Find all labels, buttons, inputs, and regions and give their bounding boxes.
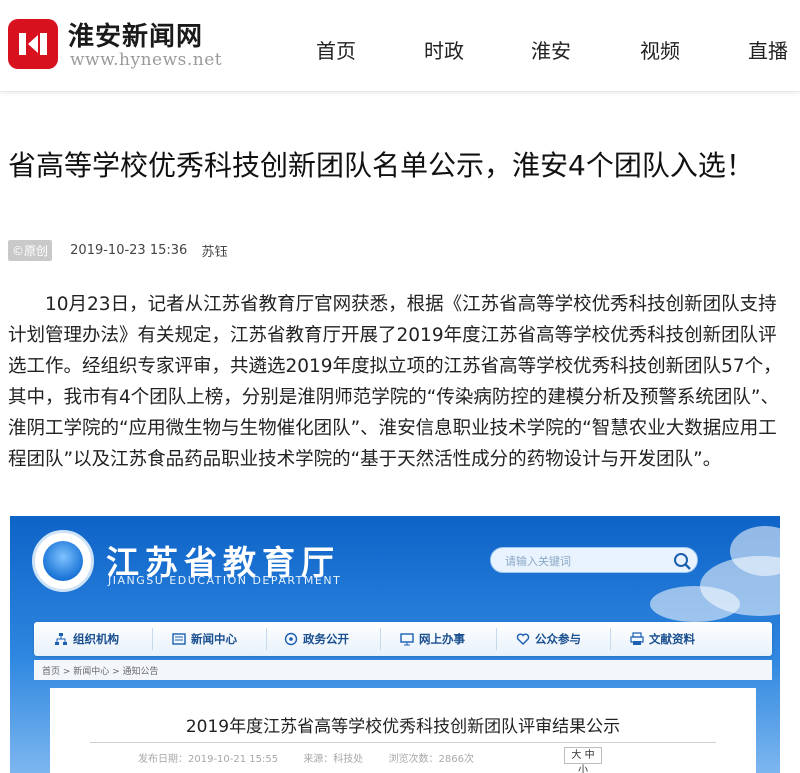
edu-nav-item: 公众参与	[516, 631, 581, 647]
search-icon	[674, 553, 691, 570]
publish-date: 2019-10-23 15:36	[70, 243, 188, 258]
nav-home[interactable]: 首页	[316, 35, 356, 64]
original-badge: ©原创	[8, 240, 53, 261]
nav-politics[interactable]: 时政	[424, 35, 464, 64]
edu-notice-views: 浏览次数：2866次	[388, 754, 474, 765]
edu-search-placeholder: 请输入关键词	[505, 555, 571, 568]
edu-site-subtitle: JIANGSU EDUCATION DEPARTMENT	[108, 574, 342, 587]
edu-notice-panel: 2019年度江苏省高等学校优秀科技创新团队评审结果公示 发布日期：2019-10…	[50, 688, 756, 773]
site-name[interactable]: 淮安新闻网	[68, 16, 203, 53]
edu-emblem-icon	[32, 530, 94, 592]
edu-notice-date: 发布日期：2019-10-21 15:55	[138, 754, 279, 765]
edu-notice-title: 2019年度江苏省高等学校优秀科技创新团队评审结果公示	[185, 717, 621, 737]
edu-nav-item: 政务公开	[284, 631, 349, 647]
site-url: www.hynews.net	[70, 50, 223, 70]
edu-font-size-control: 大 中 小	[564, 747, 602, 773]
author-name: 苏钰	[201, 245, 228, 260]
edu-breadcrumb: 首页 > 新闻中心 > 通知公告	[42, 667, 159, 677]
edu-search-box: 请输入关键词	[490, 547, 698, 573]
edu-notice-info: 发布日期：2019-10-21 15:55 来源：科技处 浏览次数：2866次	[138, 750, 496, 765]
site-logo-icon[interactable]	[8, 19, 58, 69]
nav-huaian[interactable]: 淮安	[531, 35, 571, 64]
nav-live[interactable]: 直播	[748, 35, 788, 64]
printer-icon	[630, 632, 644, 645]
open-affairs-icon	[284, 632, 298, 646]
heart-icon	[516, 633, 530, 645]
org-chart-icon	[55, 633, 67, 645]
edu-nav-item: 新闻中心	[172, 631, 237, 647]
article-body: 10月23日，记者从江苏省教育厅官网获悉，根据《江苏省高等学校优秀科技创新团队支…	[8, 294, 782, 470]
article-title: 省高等学校优秀科技创新团队名单公示，淮安4个团队入选！	[8, 149, 754, 182]
cloud-decoration	[650, 586, 740, 622]
edu-nav-item: 组织机构	[54, 631, 119, 647]
edu-nav-bar: 组织机构 新闻中心 政务公开 网上办事 公众参与 文献资料	[34, 622, 772, 656]
edu-nav-item: 网上办事	[400, 631, 465, 647]
edu-breadcrumb-bar: 首页 > 新闻中心 > 通知公告	[34, 660, 772, 680]
site-header: 淮安新闻网 www.hynews.net 首页 时政 淮安 视频 直播	[0, 0, 800, 92]
edu-notice-source: 来源：科技处	[303, 754, 364, 765]
nav-video[interactable]: 视频	[640, 35, 680, 64]
monitor-icon	[400, 633, 414, 646]
article-meta: ©原创 2019-10-23 15:36 苏钰	[8, 240, 228, 261]
news-icon	[172, 633, 186, 645]
divider	[90, 742, 716, 743]
embedded-screenshot: 江苏省教育厅 JIANGSU EDUCATION DEPARTMENT 请输入关…	[10, 516, 780, 773]
edu-nav-item: 文献资料	[630, 631, 695, 647]
